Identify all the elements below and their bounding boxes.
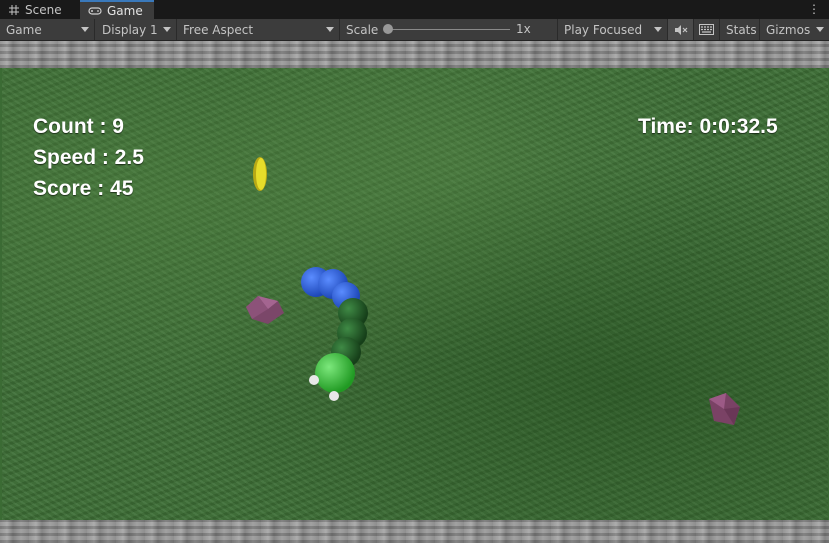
score-readout: Score : 45 (33, 177, 134, 200)
chevron-down-icon (816, 27, 824, 32)
mute-audio-icon (674, 24, 687, 35)
chevron-down-icon (326, 27, 334, 32)
purple-gem-right (709, 393, 740, 425)
tab-scene[interactable]: Scene (0, 1, 80, 19)
game-view-toolbar: Game Display 1 Free Aspect Scale 1x Play… (0, 19, 829, 41)
count-readout: Count : 9 (33, 115, 124, 138)
view-mode-value: Game (6, 22, 42, 37)
scale-slider-track[interactable] (384, 29, 510, 30)
keyboard-icon (699, 24, 714, 35)
stone-wall-top (0, 41, 829, 68)
gizmos-label: Gizmos (766, 22, 811, 37)
play-mode-value: Play Focused (564, 22, 643, 37)
speed-readout: Speed : 2.5 (33, 146, 144, 169)
keyboard-toggle[interactable] (694, 19, 720, 40)
game-viewport[interactable]: Count : 9 Speed : 2.5 Score : 45 Time: 0… (0, 41, 829, 543)
view-mode-dropdown[interactable]: Game (0, 19, 95, 40)
kebab-menu-icon[interactable]: ⋮ (808, 2, 820, 16)
aspect-dropdown[interactable]: Free Aspect (177, 19, 340, 40)
time-readout: Time: 0:0:32.5 (638, 115, 778, 138)
chevron-down-icon (163, 27, 171, 32)
display-value: Display 1 (102, 22, 158, 37)
editor-tab-bar: Scene Game ⋮ (0, 0, 829, 20)
chevron-down-icon (81, 27, 89, 32)
gold-coin (253, 157, 267, 191)
stone-wall-bottom (0, 520, 829, 543)
grid-icon (9, 5, 19, 15)
tab-scene-label: Scene (25, 3, 62, 17)
scale-slider-handle[interactable] (383, 24, 393, 34)
play-mode-dropdown[interactable]: Play Focused (558, 19, 668, 40)
stats-button[interactable]: Stats (720, 19, 760, 40)
snake (301, 267, 368, 401)
scale-label: Scale (346, 22, 379, 37)
chevron-down-icon (654, 27, 662, 32)
tab-game[interactable]: Game (80, 0, 154, 19)
tab-game-label: Game (107, 3, 143, 18)
display-dropdown[interactable]: Display 1 (96, 19, 177, 40)
scale-value: 1x (516, 22, 531, 36)
stats-label: Stats (726, 22, 757, 37)
gamepad-icon (88, 6, 102, 15)
purple-gem-left (246, 296, 284, 324)
aspect-value: Free Aspect (183, 22, 254, 37)
mute-audio-button[interactable] (668, 19, 694, 40)
gizmos-dropdown[interactable]: Gizmos (760, 19, 829, 40)
